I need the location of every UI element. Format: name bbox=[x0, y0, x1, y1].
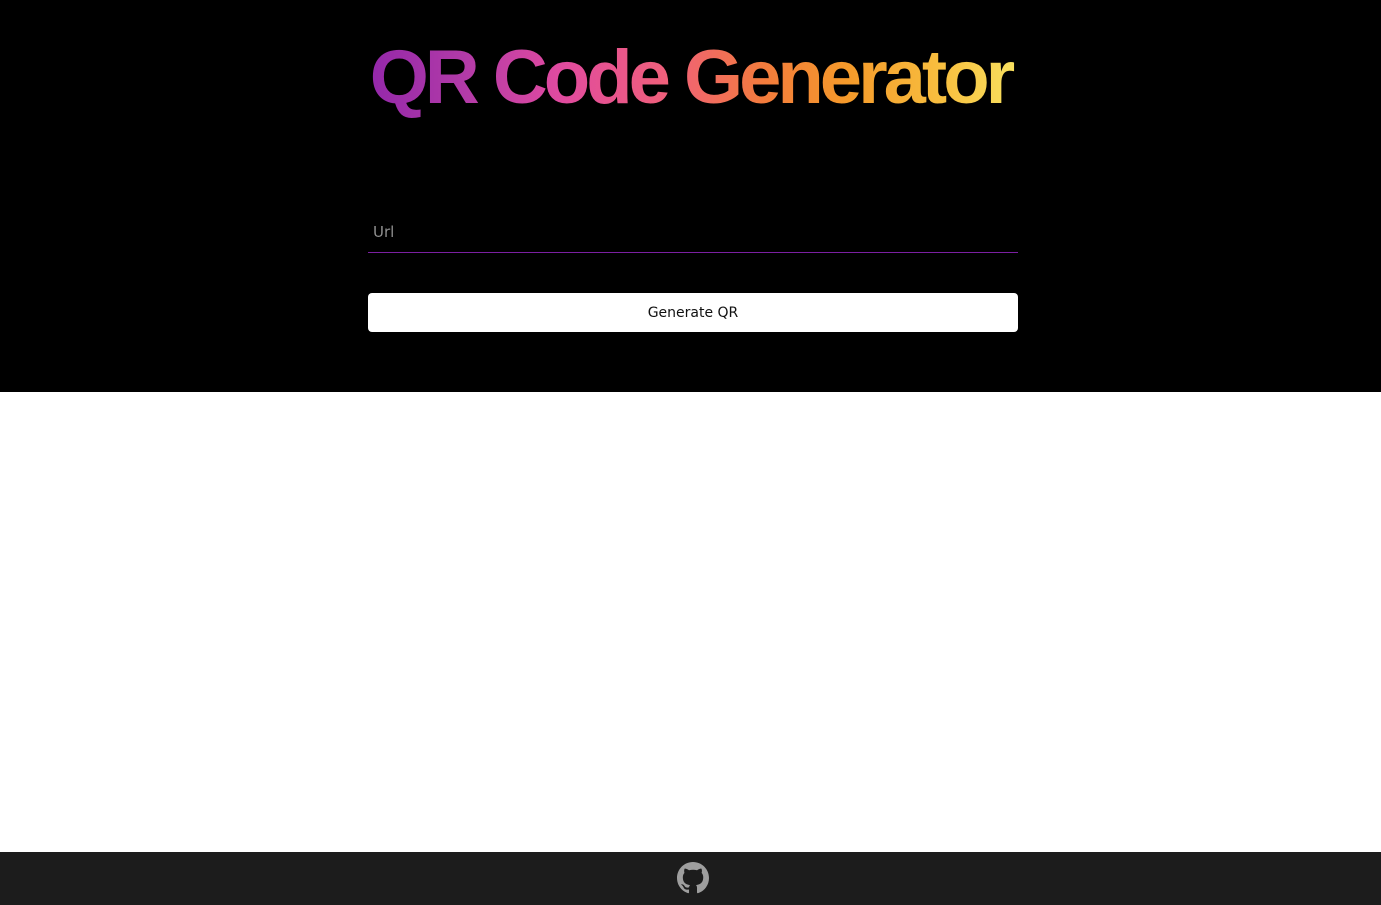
footer bbox=[0, 852, 1381, 905]
generate-qr-button[interactable]: Generate QR bbox=[368, 293, 1018, 332]
github-icon bbox=[677, 862, 709, 894]
github-link[interactable] bbox=[677, 862, 709, 894]
url-input[interactable] bbox=[368, 213, 1018, 251]
page-title: QR Code Generator bbox=[0, 30, 1381, 126]
app-header: QR Code Generator Generate QR bbox=[0, 0, 1381, 392]
qr-output-area bbox=[0, 392, 1381, 852]
url-field bbox=[368, 213, 1018, 253]
